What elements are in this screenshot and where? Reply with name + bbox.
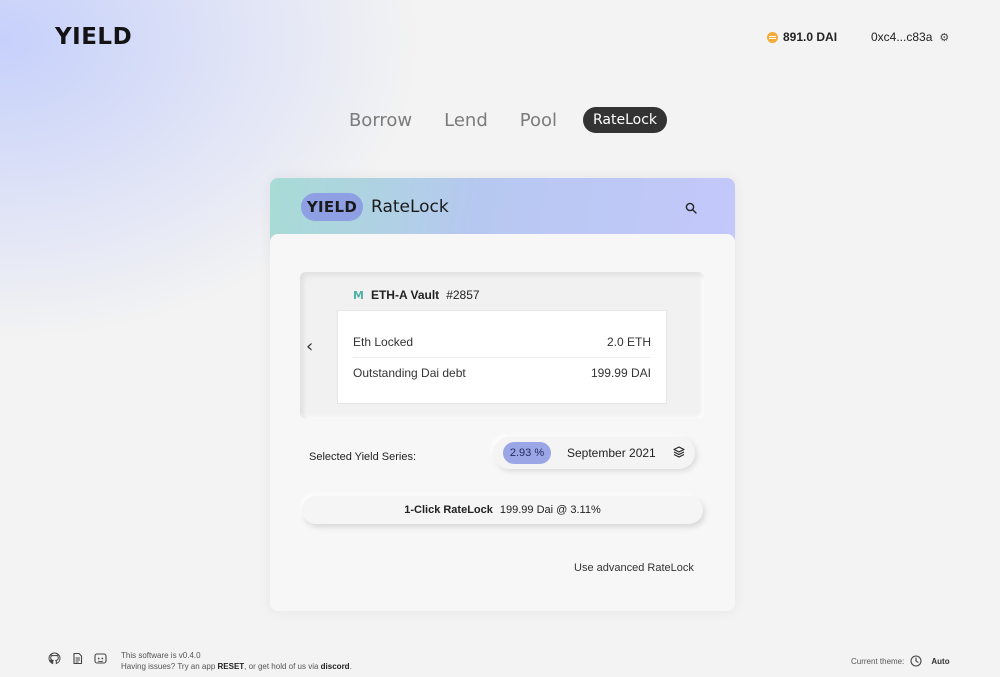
vault-row-dai-debt: Outstanding Dai debt 199.99 DAI [353, 366, 651, 380]
search-icon[interactable] [685, 202, 697, 214]
nav-ratelock[interactable]: RateLock [583, 107, 668, 133]
version-text: This software is v0.4.0 [121, 651, 201, 660]
nav-pool[interactable]: Pool [504, 110, 573, 131]
chevron-left-icon[interactable]: ‹ [306, 336, 313, 357]
footer-links [48, 652, 107, 665]
series-apr-badge: 2.93 % [503, 442, 551, 464]
vault-row-eth-locked: Eth Locked 2.0 ETH [353, 335, 651, 349]
theme-switcher[interactable]: Current theme: Auto [851, 655, 950, 667]
issues-middle: , or get hold of us via [244, 662, 321, 671]
vault-row-value: 2.0 ETH [606, 335, 651, 349]
card-logo-badge: YIELD [301, 193, 363, 221]
maker-icon: M [353, 288, 364, 302]
discord-link[interactable]: discord [321, 662, 350, 671]
card-title: RateLock [371, 197, 449, 217]
ratelock-button-label: 1-Click RateLock [404, 504, 493, 516]
nav-lend[interactable]: Lend [428, 110, 504, 131]
series-selector[interactable]: 2.93 % September 2021 [493, 437, 695, 469]
gear-icon[interactable]: ⚙ [939, 31, 949, 44]
vault-details: Eth Locked 2.0 ETH Outstanding Dai debt … [337, 310, 667, 404]
docs-icon[interactable] [71, 652, 84, 665]
account-button[interactable]: 0xc4...c83a ⚙ [871, 30, 949, 44]
vault-row-value: 199.99 DAI [590, 366, 651, 380]
clock-icon[interactable] [910, 655, 922, 667]
issues-prefix: Having issues? Try an app [121, 662, 218, 671]
nav-borrow[interactable]: Borrow [333, 110, 428, 131]
advanced-ratelock-link[interactable]: Use advanced RateLock [574, 562, 694, 574]
account-address: 0xc4...c83a [871, 30, 933, 44]
ratelock-button-detail: 199.99 Dai @ 3.11% [499, 504, 601, 516]
app-logo[interactable]: YIELD [55, 24, 132, 50]
reset-link[interactable]: RESET [218, 662, 245, 671]
theme-value: Auto [931, 656, 950, 666]
theme-label: Current theme: [851, 656, 905, 666]
vault-row-label: Outstanding Dai debt [353, 366, 466, 380]
github-icon[interactable] [48, 652, 61, 665]
vault-header: M ETH-A Vault #2857 [353, 288, 480, 302]
vault-name: ETH-A Vault [370, 288, 440, 302]
main-nav: Borrow Lend Pool RateLock [0, 107, 1000, 133]
card-body: ‹ M ETH-A Vault #2857 Eth Locked 2.0 ETH… [270, 234, 735, 611]
dai-balance-value: 891.0 DAI [783, 30, 838, 44]
layers-icon [673, 446, 685, 458]
vault-panel: ‹ M ETH-A Vault #2857 Eth Locked 2.0 ETH… [300, 272, 704, 419]
card-header: YIELD RateLock [270, 178, 735, 242]
vault-row-label: Eth Locked [353, 335, 414, 349]
issues-suffix: . [349, 662, 352, 671]
vault-id: #2857 [446, 288, 480, 302]
dai-coin-icon [767, 31, 778, 43]
one-click-ratelock-button[interactable]: 1-Click RateLock 199.99 Dai @ 3.11% [302, 496, 703, 524]
discord-icon[interactable] [94, 652, 107, 665]
series-label: Selected Yield Series: [309, 451, 417, 463]
footer-info: This software is v0.4.0 Having issues? T… [121, 650, 352, 672]
issues-text: Having issues? Try an app RESET, or get … [121, 661, 352, 672]
series-date: September 2021 [567, 446, 656, 460]
divider [353, 357, 651, 358]
ratelock-card: YIELD RateLock ‹ M ETH-A Vault #2857 Eth… [270, 178, 735, 611]
dai-balance: 891.0 DAI [767, 30, 837, 44]
